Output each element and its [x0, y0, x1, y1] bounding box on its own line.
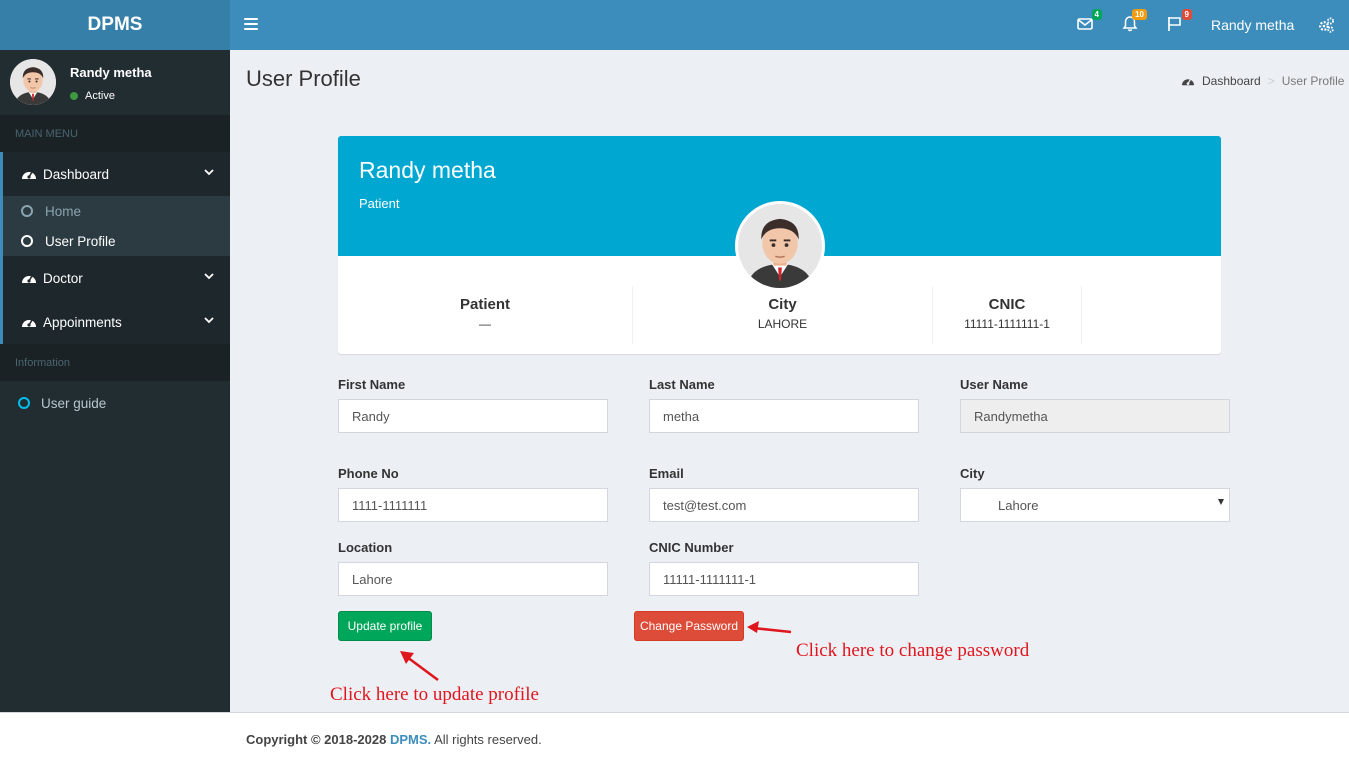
app-logo[interactable]: DPMS	[0, 0, 230, 50]
user-menu-name[interactable]: Randy metha	[1211, 17, 1294, 33]
sidebar-item-appointments[interactable]: Appoinments	[0, 300, 230, 344]
circle-icon	[21, 235, 33, 247]
update-profile-button[interactable]: Update profile	[338, 611, 432, 641]
profile-name: Randy metha	[359, 157, 496, 183]
sidebar-item-label: Appoinments	[43, 314, 122, 330]
city-select[interactable]: Lahore	[960, 488, 1230, 522]
email-input[interactable]	[649, 488, 919, 522]
stat-value: —	[479, 317, 491, 331]
sidebar-item-label: Doctor	[43, 270, 83, 286]
sidebar-item-label: Home	[45, 203, 82, 219]
sidebar-item-home[interactable]: Home	[3, 196, 230, 226]
page-title: User Profile	[246, 66, 361, 91]
first-name-label: First Name	[338, 377, 406, 392]
dashboard-submenu: Home User Profile	[0, 196, 230, 256]
profile-role: Patient	[359, 196, 400, 211]
stat-patient: Patient —	[338, 286, 633, 344]
user-name-label: User Name	[960, 377, 1028, 392]
phone-label: Phone No	[338, 466, 399, 481]
sidebar-user-panel: Randy metha Active	[0, 50, 230, 115]
circle-icon	[18, 397, 30, 409]
rights-text: All rights reserved.	[434, 732, 542, 747]
dashboard-gauge-icon	[1182, 78, 1194, 86]
status-text: Active	[85, 90, 115, 102]
cnic-input[interactable]	[649, 562, 919, 596]
footer: Copyright © 2018-2028 DPMS. All rights r…	[0, 712, 1349, 763]
stat-city: City LAHORE	[633, 286, 933, 344]
footer-brand-link[interactable]: DPMS.	[390, 732, 431, 747]
main-menu-header: MAIN MENU	[0, 115, 230, 152]
sidebar-item-label: User guide	[41, 395, 107, 411]
sidebar: Randy metha Active MAIN MENU Dashboard H…	[0, 50, 230, 712]
settings-gears-icon[interactable]	[1317, 16, 1335, 37]
sidebar-toggle-icon[interactable]	[244, 17, 258, 31]
tasks-button[interactable]: 9	[1166, 9, 1192, 37]
dashboard-gauge-icon	[22, 275, 36, 283]
status-indicator: Active	[70, 90, 115, 102]
copyright-text: Copyright © 2018-2028	[246, 732, 387, 747]
breadcrumb: Dashboard > User Profile	[1181, 74, 1344, 88]
avatar	[10, 59, 56, 105]
email-label: Email	[649, 466, 684, 481]
chevron-down-icon	[204, 273, 214, 280]
change-password-annotation: Click here to change password	[796, 640, 1030, 661]
status-dot-icon	[70, 92, 78, 100]
select-arrow-icon	[1218, 499, 1224, 505]
messages-badge: 4	[1091, 9, 1102, 20]
sidebar-item-user-profile[interactable]: User Profile	[3, 226, 230, 256]
city-label: City	[960, 466, 985, 481]
profile-avatar	[735, 201, 825, 291]
sidebar-item-user-guide[interactable]: User guide	[0, 390, 230, 416]
location-input[interactable]	[338, 562, 608, 596]
footer-copyright: Copyright © 2018-2028 DPMS. All rights r…	[246, 732, 542, 747]
dashboard-gauge-icon	[22, 319, 36, 327]
cnic-label: CNIC Number	[649, 540, 734, 555]
circle-icon	[21, 205, 33, 217]
last-name-label: Last Name	[649, 377, 715, 392]
profile-card: Randy metha Patient Patient — City LAHOR…	[338, 136, 1221, 354]
city-selected-value: Lahore	[998, 498, 1039, 513]
last-name-input[interactable]	[649, 399, 919, 433]
sidebar-item-label: User Profile	[45, 233, 116, 249]
notifications-button[interactable]: 10	[1121, 9, 1147, 37]
first-name-input[interactable]	[338, 399, 608, 433]
sidebar-item-doctor[interactable]: Doctor	[0, 256, 230, 300]
change-password-button[interactable]: Change Password	[634, 611, 744, 641]
top-navbar: 4 10 9 Randy metha	[230, 0, 1349, 50]
stat-cnic: CNIC 11111-1111111-1	[933, 286, 1082, 344]
stat-title: CNIC	[988, 296, 1026, 313]
phone-input[interactable]	[338, 488, 608, 522]
breadcrumb-separator: >	[1267, 74, 1275, 88]
dashboard-gauge-icon	[22, 171, 36, 179]
tasks-badge: 9	[1181, 9, 1192, 20]
stat-title: Patient	[459, 296, 510, 313]
breadcrumb-current: User Profile	[1281, 74, 1345, 88]
sidebar-item-label: Dashboard	[43, 166, 110, 182]
stat-value: 11111-1111111-1	[964, 317, 1050, 331]
stat-value: LAHORE	[757, 317, 808, 331]
messages-button[interactable]: 4	[1076, 9, 1102, 37]
breadcrumb-dashboard-link[interactable]: Dashboard	[1202, 74, 1261, 88]
sidebar-item-dashboard[interactable]: Dashboard	[0, 152, 230, 196]
stat-title: City	[768, 296, 797, 313]
information-header: Information	[0, 344, 230, 381]
arrow-up-left-icon	[400, 651, 439, 682]
location-label: Location	[338, 540, 393, 555]
sidebar-user-name: Randy metha	[70, 65, 152, 80]
update-profile-annotation: Click here to update profile	[330, 684, 539, 705]
chevron-down-icon	[204, 169, 214, 176]
notifications-badge: 10	[1132, 9, 1147, 20]
user-name-input	[960, 399, 1230, 433]
arrow-left-icon	[747, 621, 792, 634]
chevron-down-icon	[204, 317, 214, 324]
